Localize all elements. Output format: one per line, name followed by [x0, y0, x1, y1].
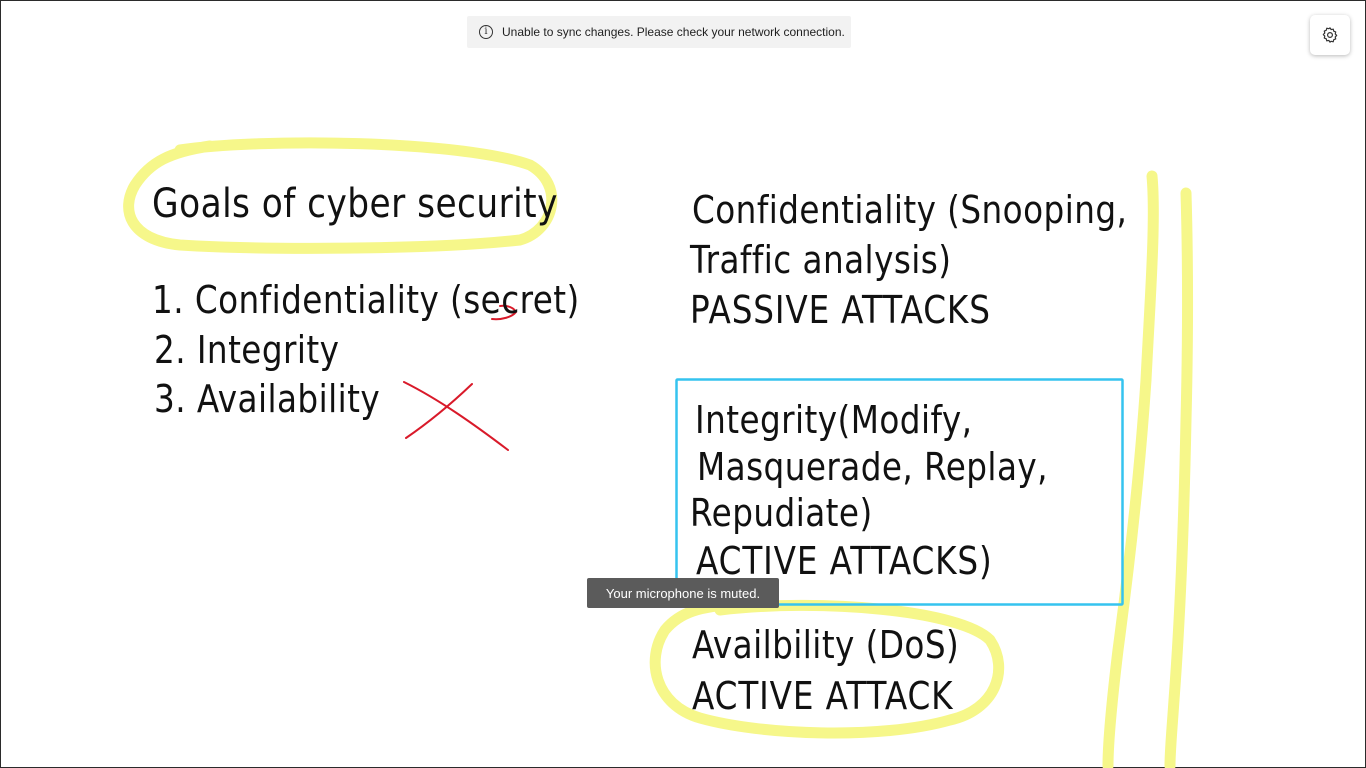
confidentiality-line-2: Traffic analysis) — [690, 238, 952, 282]
integrity-line-3: Repudiate) — [690, 491, 873, 535]
toast-text: Your microphone is muted. — [605, 585, 761, 601]
microphone-muted-toast: Your microphone is muted. — [587, 578, 779, 608]
goal-item-3: 3. Availability — [154, 377, 381, 421]
integrity-line-1: Integrity(Modify, — [695, 398, 973, 442]
sync-error-banner: i Unable to sync changes. Please check y… — [467, 16, 851, 48]
confidentiality-line-1: Confidentiality (Snooping, — [692, 188, 1128, 232]
goal-item-2: 2. Integrity — [154, 328, 340, 372]
availability-line-1: Availbility (DoS) — [692, 623, 960, 667]
red-cross-mark — [403, 381, 509, 451]
confidentiality-line-3: PASSIVE ATTACKS — [690, 288, 991, 332]
settings-button[interactable] — [1310, 15, 1350, 55]
goal-item-1: 1. Confidentiality (secret) — [152, 278, 580, 322]
availability-line-2: ACTIVE ATTACK — [692, 674, 954, 718]
sync-error-text: Unable to sync changes. Please check you… — [502, 25, 845, 39]
info-icon: i — [479, 25, 493, 39]
gear-icon — [1322, 27, 1338, 43]
integrity-line-4: ACTIVE ATTACKS) — [696, 539, 993, 583]
integrity-line-2: Masquerade, Replay, — [697, 445, 1049, 489]
highlight-line-right-1 — [1102, 170, 1159, 768]
goals-title: Goals of cyber security — [152, 181, 558, 227]
highlight-line-right-2 — [1164, 187, 1193, 768]
